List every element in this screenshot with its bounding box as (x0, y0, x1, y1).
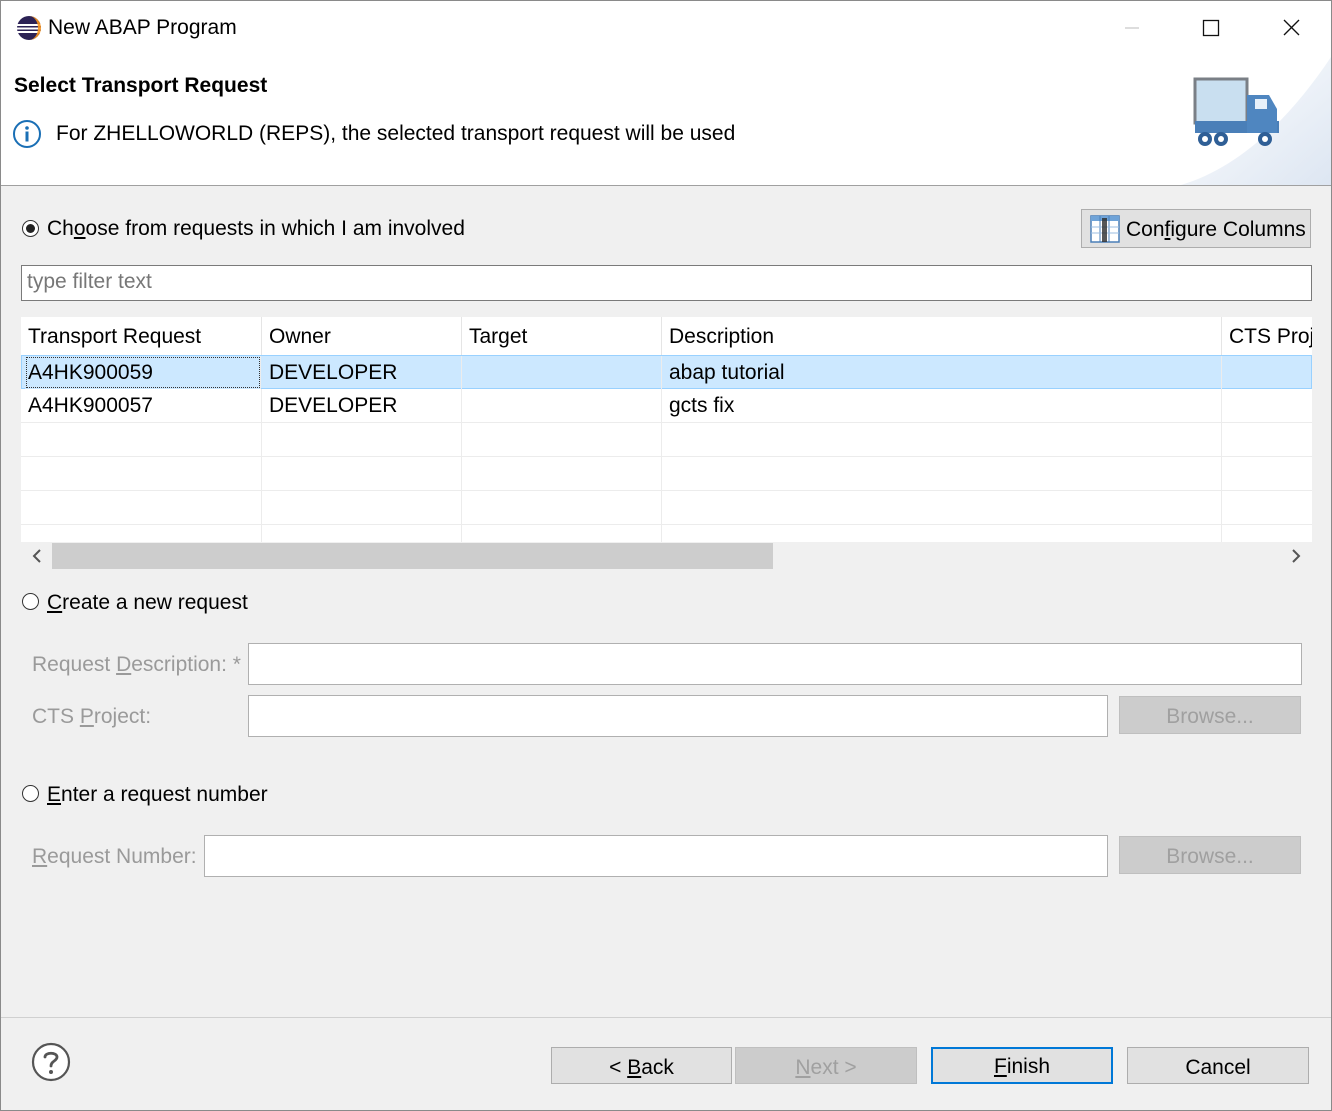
table-row[interactable]: A4HK900057 DEVELOPER gcts fix (21, 389, 1312, 423)
scrollbar-thumb[interactable] (52, 543, 773, 569)
help-icon[interactable] (31, 1042, 71, 1082)
create-new-request-label[interactable]: Create a new request (47, 591, 248, 615)
next-button[interactable]: Next > (735, 1047, 917, 1084)
cell-description: abap tutorial (662, 356, 1222, 389)
request-number-label: Request Number: (32, 845, 197, 868)
cell-transport-request: A4HK900059 (25, 356, 261, 389)
empty-table-row (21, 491, 1312, 525)
create-new-request-radio[interactable] (22, 593, 39, 610)
close-icon (1283, 19, 1300, 36)
column-header-transport-request[interactable]: Transport Request (21, 317, 262, 355)
enter-request-number-label[interactable]: Enter a request number (47, 783, 268, 807)
eclipse-icon (17, 16, 41, 40)
wizard-banner: Select Transport Request For ZHELLOWORLD… (1, 57, 1331, 186)
request-description-label: Request Description: * (32, 653, 241, 676)
footer-separator (1, 1017, 1331, 1018)
cts-browse-button[interactable]: Browse... (1119, 696, 1301, 734)
request-description-field[interactable] (248, 643, 1302, 685)
empty-table-row (21, 457, 1312, 491)
info-icon (13, 120, 41, 148)
choose-from-requests-label[interactable]: Choose from requests in which I am invol… (47, 217, 465, 241)
cts-project-label: CTS Project: (32, 705, 152, 728)
close-button[interactable] (1251, 1, 1331, 57)
configure-columns-button[interactable]: Configure Columns (1081, 209, 1311, 248)
window-title: New ABAP Program (48, 16, 237, 39)
scroll-right-icon[interactable] (1282, 542, 1310, 570)
table-header: Transport Request Owner Target Descripti… (21, 317, 1312, 355)
minimize-icon (1125, 27, 1139, 29)
column-header-cts-project[interactable]: CTS Proje (1222, 317, 1312, 355)
transport-request-table: Transport Request Owner Target Descripti… (21, 317, 1312, 542)
choose-from-requests-radio[interactable] (22, 220, 39, 237)
cell-transport-request: A4HK900057 (21, 389, 262, 422)
table-row-selected[interactable]: A4HK900059 DEVELOPER abap tutorial (21, 355, 1312, 389)
maximize-icon (1202, 19, 1220, 37)
filter-field[interactable] (21, 265, 1312, 301)
column-header-description[interactable]: Description (662, 317, 1222, 355)
request-number-field[interactable] (204, 835, 1108, 877)
empty-table-row (21, 423, 1312, 457)
dialog-window: New ABAP Program Select Transport Reques… (0, 0, 1332, 1111)
cell-cts-project (1222, 389, 1312, 422)
request-number-browse-button[interactable]: Browse... (1119, 836, 1301, 874)
horizontal-scrollbar[interactable] (21, 542, 1312, 570)
filter-input[interactable] (22, 266, 1302, 298)
truck-icon (1181, 57, 1331, 185)
cell-owner: DEVELOPER (262, 389, 462, 422)
empty-table-row (21, 525, 1312, 542)
enter-request-number-radio[interactable] (22, 785, 39, 802)
minimize-button[interactable] (1091, 1, 1171, 57)
page-title: Select Transport Request (14, 74, 268, 97)
column-header-owner[interactable]: Owner (262, 317, 462, 355)
cell-cts-project (1222, 356, 1312, 389)
cell-description: gcts fix (662, 389, 1222, 422)
cts-project-field[interactable] (248, 695, 1108, 737)
title-bar: New ABAP Program (1, 1, 1331, 57)
back-button[interactable]: < Back (551, 1047, 732, 1084)
cell-target (462, 356, 662, 389)
maximize-button[interactable] (1171, 1, 1251, 57)
banner-message: For ZHELLOWORLD (REPS), the selected tra… (56, 122, 736, 145)
cancel-button[interactable]: Cancel (1127, 1047, 1309, 1084)
cell-target (462, 389, 662, 422)
scroll-left-icon[interactable] (23, 542, 51, 570)
cell-owner: DEVELOPER (262, 356, 462, 389)
column-header-target[interactable]: Target (462, 317, 662, 355)
finish-button[interactable]: Finish (931, 1047, 1113, 1084)
columns-icon (1090, 215, 1120, 243)
